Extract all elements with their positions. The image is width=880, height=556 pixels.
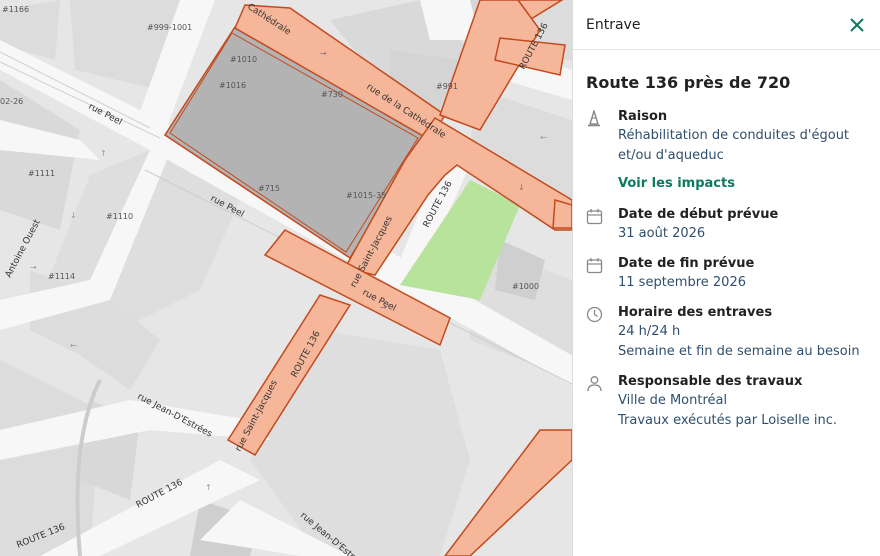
person-icon <box>586 373 618 431</box>
address-label: #991 <box>436 82 458 91</box>
raison-value: Réhabilitation de conduites d'égout et/o… <box>618 128 850 163</box>
section-schedule: Horaire des entraves 24 h/24 h Semaine e… <box>573 304 880 362</box>
svg-text:→: → <box>320 49 327 58</box>
responsible-contractor: Travaux exécutés par Loiselle inc. <box>618 413 838 428</box>
map-canvas[interactable]: → ↑ ↓ → ↓ → ← ↑ ← rue Peel rue Peel rue … <box>0 0 572 556</box>
schedule-detail: Semaine et fin de semaine au besoin <box>618 344 860 359</box>
panel-header-title: Entrave <box>586 16 641 33</box>
calendar-icon <box>586 206 618 244</box>
address-label: #999-1001 <box>147 23 192 32</box>
address-label: #1111 <box>28 169 55 178</box>
clock-icon <box>586 304 618 362</box>
address-label: #730 <box>321 90 343 99</box>
start-date-title: Date de début prévue <box>618 207 779 222</box>
svg-text:↑: ↑ <box>205 483 212 492</box>
panel-header: Entrave <box>573 0 880 50</box>
svg-text:←: ← <box>540 133 547 142</box>
calendar-icon <box>586 255 618 293</box>
svg-text:←: ← <box>70 341 77 350</box>
address-label: #1166 <box>2 5 29 14</box>
close-icon <box>850 17 864 32</box>
section-raison: Raison Réhabilitation de conduites d'égo… <box>573 108 880 194</box>
address-label: #1010 <box>230 55 257 64</box>
address-label: #1016 <box>219 81 246 90</box>
svg-text:↓: ↓ <box>518 183 525 192</box>
address-label: #1000 <box>512 282 539 291</box>
svg-text:↑: ↑ <box>100 149 107 158</box>
svg-text:↓: ↓ <box>70 211 77 220</box>
obstruction-title: Route 136 près de 720 <box>586 72 791 92</box>
end-date-value: 11 septembre 2026 <box>618 275 746 290</box>
raison-title: Raison <box>618 109 668 124</box>
svg-text:→: → <box>30 263 37 272</box>
schedule-title: Horaire des entraves <box>618 305 773 320</box>
section-start-date: Date de début prévue 31 août 2026 <box>573 206 880 244</box>
map-view[interactable]: → ↑ ↓ → ↓ → ← ↑ ← rue Peel rue Peel rue … <box>0 0 572 556</box>
start-date-value: 31 août 2026 <box>618 226 706 241</box>
end-date-title: Date de fin prévue <box>618 256 755 271</box>
address-label: 02-26 <box>0 97 23 106</box>
details-panel: Entrave Route 136 près de 720 Raison Réh… <box>572 0 880 556</box>
address-label: #1114 <box>48 272 75 281</box>
address-label: #715 <box>258 184 280 193</box>
address-label: #1015-35 <box>346 191 386 200</box>
view-impacts-link[interactable]: Voir les impacts <box>618 174 735 194</box>
close-button[interactable] <box>846 14 868 36</box>
traffic-cone-icon <box>586 108 618 194</box>
address-label: #1110 <box>106 212 133 221</box>
section-responsible: Responsable des travaux Ville de Montréa… <box>573 373 880 431</box>
responsible-title: Responsable des travaux <box>618 374 803 389</box>
schedule-value: 24 h/24 h <box>618 324 681 339</box>
section-end-date: Date de fin prévue 11 septembre 2026 <box>573 255 880 293</box>
responsible-value: Ville de Montréal <box>618 393 728 408</box>
